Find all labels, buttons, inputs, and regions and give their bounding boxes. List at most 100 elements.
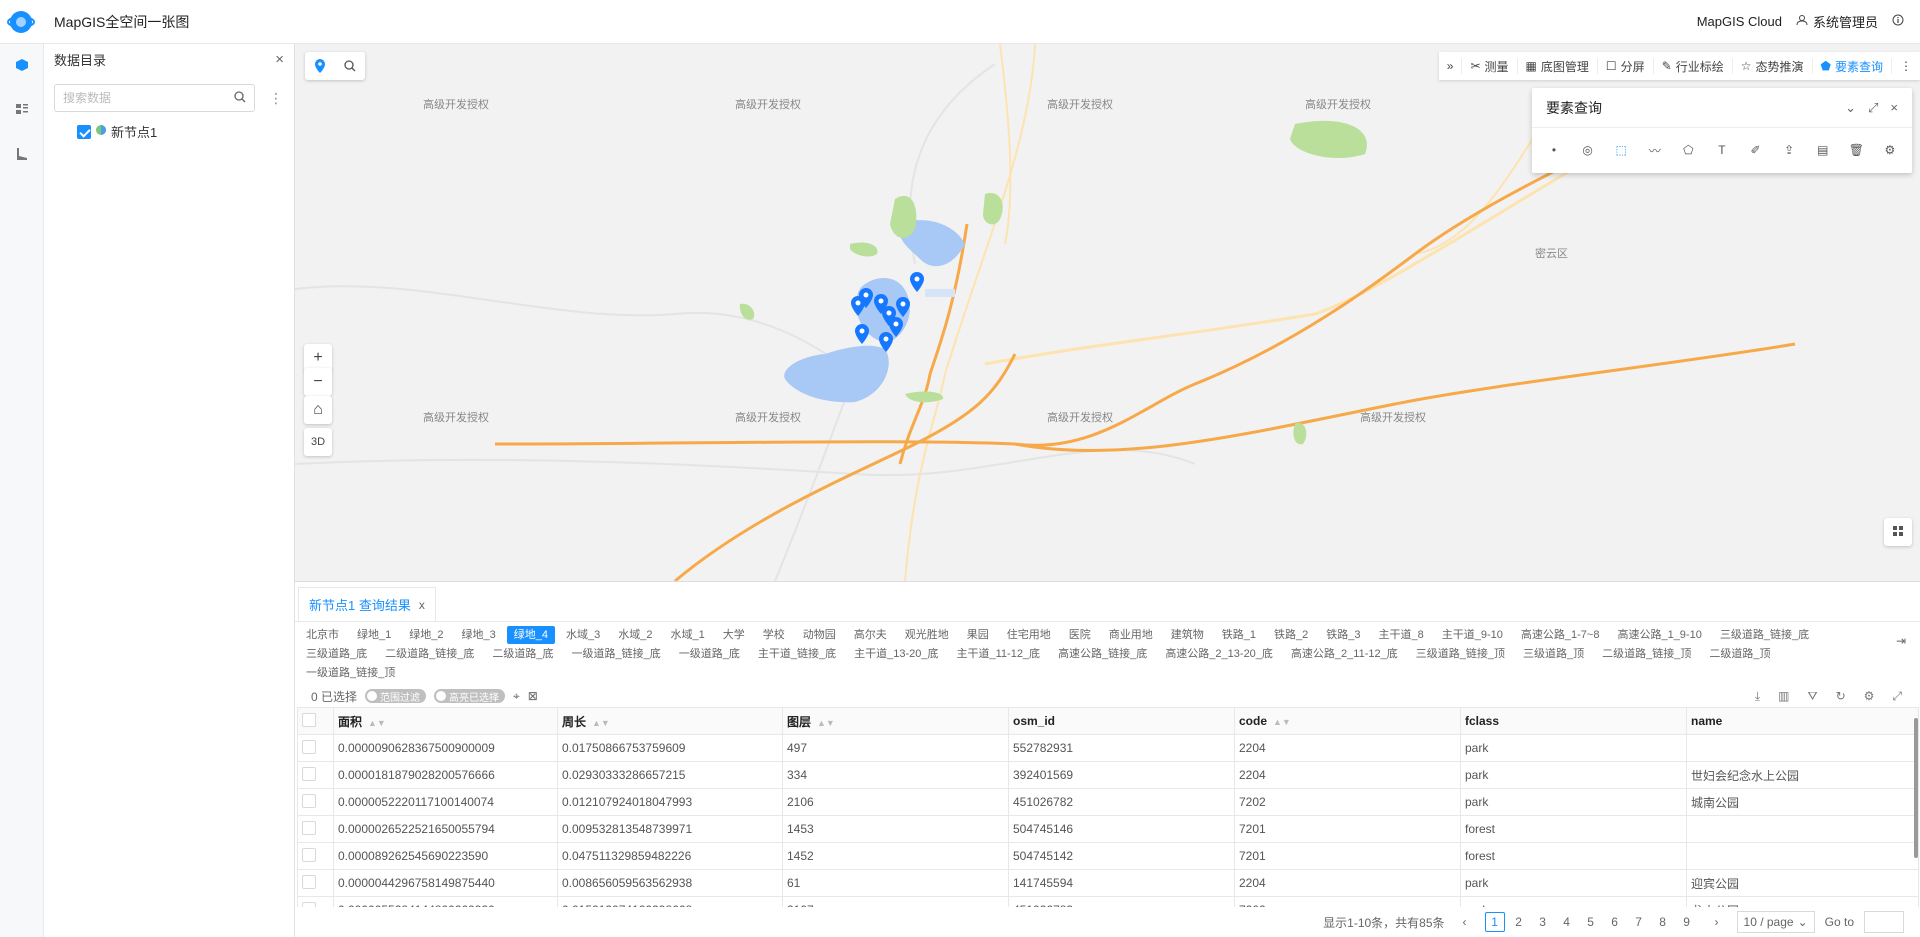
select-all-cell[interactable] — [297, 707, 334, 735]
location-icon[interactable] — [305, 52, 335, 80]
filter-icon[interactable]: ⛛ — [1807, 689, 1817, 704]
page-number[interactable]: 6 — [1605, 912, 1625, 932]
row-checkbox[interactable] — [302, 820, 316, 835]
toolbar-more-icon[interactable]: ⋮ — [1892, 58, 1920, 74]
layer-chip[interactable]: 绿地_3 — [455, 626, 503, 644]
column-header[interactable]: code ▲▼ — [1234, 707, 1461, 735]
table-row[interactable]: 0.000089262545690223590 0.047511329859482… — [297, 842, 1919, 870]
sort-icon[interactable]: ▲▼ — [592, 718, 610, 728]
page-number[interactable]: 2 — [1509, 912, 1529, 932]
layer-chip[interactable]: 水域_1 — [664, 626, 712, 644]
layer-chip[interactable]: 一级道路_链接_顶 — [299, 664, 402, 682]
column-header[interactable]: 面积 ▲▼ — [333, 707, 558, 735]
page-number[interactable]: 5 — [1581, 912, 1601, 932]
row-select-cell[interactable] — [297, 761, 334, 789]
highlight-selected-toggle[interactable]: 高亮已选择 — [434, 689, 506, 704]
collapse-icon[interactable]: ⌄ — [1845, 100, 1856, 116]
map-pin-icon[interactable] — [851, 296, 865, 316]
expand-icon[interactable]: ⤢ — [1892, 689, 1902, 704]
toolbar-situation[interactable]: ☆ 态势推演 — [1733, 58, 1813, 74]
row-select-cell[interactable] — [297, 815, 334, 843]
layer-chip[interactable]: 绿地_2 — [402, 626, 450, 644]
page-number[interactable]: 1 — [1484, 912, 1505, 932]
sort-icon[interactable]: ▲▼ — [1273, 717, 1291, 727]
results-tab[interactable]: 新节点1 查询结果 x — [298, 587, 436, 621]
search-icon[interactable] — [234, 90, 246, 106]
circle-tool-icon[interactable]: ◎ — [1576, 138, 1600, 162]
layer-switch-button[interactable] — [1884, 518, 1912, 546]
collapse-panel-icon[interactable]: ⇥ — [1896, 634, 1906, 648]
rectangle-tool-icon[interactable]: ⬚ — [1609, 138, 1633, 162]
home-button[interactable]: ⌂ — [304, 396, 332, 424]
layer-chip[interactable]: 三级道路_底 — [299, 645, 374, 663]
layer-chip[interactable]: 绿地_1 — [350, 626, 398, 644]
download-icon[interactable]: ⤓ — [1755, 689, 1760, 704]
layer-chip[interactable]: 建筑物 — [1164, 626, 1211, 644]
layer-chip[interactable]: 主干道_9-10 — [1435, 626, 1510, 644]
row-select-cell[interactable] — [297, 734, 334, 762]
map-pin-icon[interactable] — [855, 324, 869, 344]
point-tool-icon[interactable]: • — [1542, 138, 1566, 162]
layer-chip[interactable]: 主干道_11-12_底 — [950, 645, 1048, 663]
toolbar-plotting[interactable]: ✎ 行业标绘 — [1654, 58, 1733, 74]
toolbar-expand-icon[interactable]: » — [1439, 58, 1463, 74]
layer-chip[interactable]: 二级道路_底 — [485, 645, 560, 663]
chart-icon[interactable]: ▥ — [1778, 689, 1789, 704]
row-checkbox[interactable] — [302, 874, 316, 889]
map-view[interactable]: 高级开发授权 高级开发授权 高级开发授权 高级开发授权 高级开发授权 高级开发授… — [295, 44, 1920, 581]
row-checkbox[interactable] — [302, 739, 316, 754]
layer-chip[interactable]: 高速公路_链接_底 — [1051, 645, 1154, 663]
table-settings-icon[interactable]: ⚙ — [1864, 689, 1875, 704]
layer-chip[interactable]: 高速公路_1-7~8 — [1514, 626, 1607, 644]
table-scrollbar[interactable] — [1914, 718, 1918, 858]
page-number[interactable]: 7 — [1629, 912, 1649, 932]
layer-chip[interactable]: 高速公路_2_13-20_底 — [1158, 645, 1280, 663]
table-row[interactable]: 0.0000044296758149875440 0.00865605956356… — [297, 869, 1919, 897]
layer-chip[interactable]: 高尔夫 — [847, 626, 894, 644]
page-size-select[interactable]: 10 / page ⌄ — [1736, 911, 1815, 933]
layer-chip[interactable]: 主干道_链接_底 — [751, 645, 843, 663]
settings-icon[interactable]: ⚙ — [1878, 138, 1902, 162]
layer-chip[interactable]: 大学 — [716, 626, 752, 644]
layer-chip[interactable]: 观光胜地 — [898, 626, 956, 644]
layer-chip[interactable]: 高速公路_2_11-12_底 — [1284, 645, 1405, 663]
range-filter-toggle[interactable]: 范围过滤 — [365, 689, 427, 704]
rail-tools-button[interactable] — [0, 132, 44, 176]
tree-node[interactable]: 新节点1 — [77, 122, 294, 141]
fullscreen-icon[interactable]: ⤢ — [1868, 100, 1878, 116]
layer-chip[interactable]: 住宅用地 — [1000, 626, 1058, 644]
goto-page-input[interactable] — [1864, 911, 1904, 933]
more-vertical-icon[interactable]: ⋮ — [269, 90, 283, 107]
layer-chip[interactable]: 水域_3 — [559, 626, 607, 644]
text-tool-icon[interactable]: T — [1710, 138, 1734, 162]
layer-chip[interactable]: 果园 — [960, 626, 996, 644]
trash-icon[interactable]: 🗑 — [1844, 138, 1868, 162]
page-number[interactable]: 3 — [1533, 912, 1553, 932]
page-number[interactable]: 8 — [1653, 912, 1673, 932]
column-header[interactable]: 周长 ▲▼ — [557, 707, 783, 735]
map-pin-icon[interactable] — [910, 272, 924, 292]
row-select-cell[interactable] — [297, 869, 334, 897]
layer-chip[interactable]: 三级道路_链接_顶 — [1409, 645, 1512, 663]
map-search-icon[interactable] — [335, 52, 365, 80]
next-page-icon[interactable]: › — [1707, 912, 1727, 932]
locate-icon[interactable]: ⌖ — [513, 689, 520, 704]
toolbar-basemap[interactable]: ▦ 底图管理 — [1518, 58, 1598, 74]
layer-chip[interactable]: 铁路_2 — [1267, 626, 1315, 644]
row-select-cell[interactable] — [297, 842, 334, 870]
layer-chip[interactable]: 三级道路_顶 — [1516, 645, 1591, 663]
rail-data-button[interactable] — [0, 44, 44, 88]
layer-chip[interactable]: 商业用地 — [1102, 626, 1160, 644]
user-menu[interactable]: 系统管理员 — [1796, 12, 1878, 31]
layer-chip[interactable]: 二级道路_链接_底 — [378, 645, 481, 663]
map-pin-icon[interactable] — [879, 332, 893, 352]
layer-chip[interactable]: 医院 — [1062, 626, 1098, 644]
brush-tool-icon[interactable]: ✐ — [1744, 138, 1768, 162]
polygon-tool-icon[interactable]: ⬠ — [1676, 138, 1700, 162]
info-icon[interactable] — [1892, 14, 1904, 29]
zoom-out-button[interactable]: − — [304, 368, 332, 396]
page-number[interactable]: 9 — [1677, 912, 1697, 932]
layer-chip[interactable]: 一级道路_底 — [672, 645, 747, 663]
layer-chip[interactable]: 二级道路_链接_顶 — [1595, 645, 1698, 663]
polyline-tool-icon[interactable]: 〰 — [1643, 138, 1667, 162]
